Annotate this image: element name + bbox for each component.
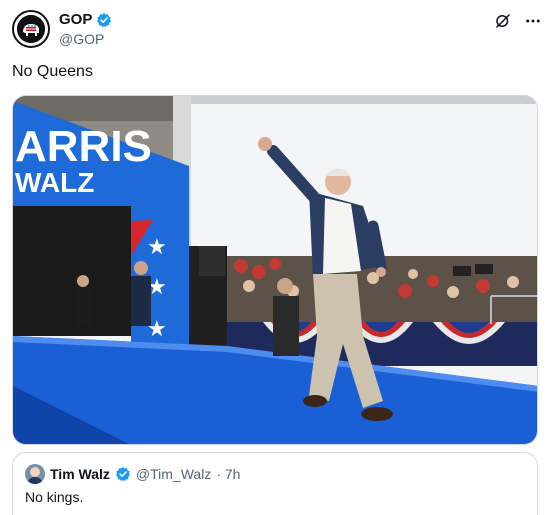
post-text: No Queens	[12, 63, 93, 80]
svg-text:★: ★	[147, 235, 167, 260]
gop-avatar[interactable]	[12, 10, 50, 48]
post-header: GOP @GOP	[12, 10, 548, 50]
post-photo[interactable]: ARRIS WALZ ★ ★ ★	[12, 95, 538, 445]
author-name[interactable]: GOP	[59, 11, 92, 28]
banner-text-line2: WALZ	[15, 167, 94, 198]
banner-text-line1: ARRIS	[15, 122, 152, 171]
more-options-icon[interactable]	[524, 12, 542, 30]
verified-badge-icon	[97, 12, 112, 27]
verified-badge-icon	[115, 467, 130, 482]
author-handle[interactable]: @GOP	[59, 31, 104, 47]
tim-walz-avatar	[25, 464, 45, 484]
quoted-post[interactable]: Tim Walz @Tim_Walz · 7h No kings.	[12, 452, 538, 515]
grok-icon[interactable]	[494, 12, 512, 30]
quoted-author-handle: @Tim_Walz	[135, 466, 212, 482]
rally-photo: ARRIS WALZ ★ ★ ★	[13, 96, 537, 444]
author-name-row: GOP	[59, 11, 112, 28]
quoted-post-time: · 7h	[216, 466, 241, 482]
elephant-logo	[17, 15, 45, 43]
quoted-post-header: Tim Walz @Tim_Walz · 7h	[25, 464, 240, 484]
quoted-post-text: No kings.	[25, 489, 84, 505]
quoted-author-name: Tim Walz	[50, 466, 110, 482]
